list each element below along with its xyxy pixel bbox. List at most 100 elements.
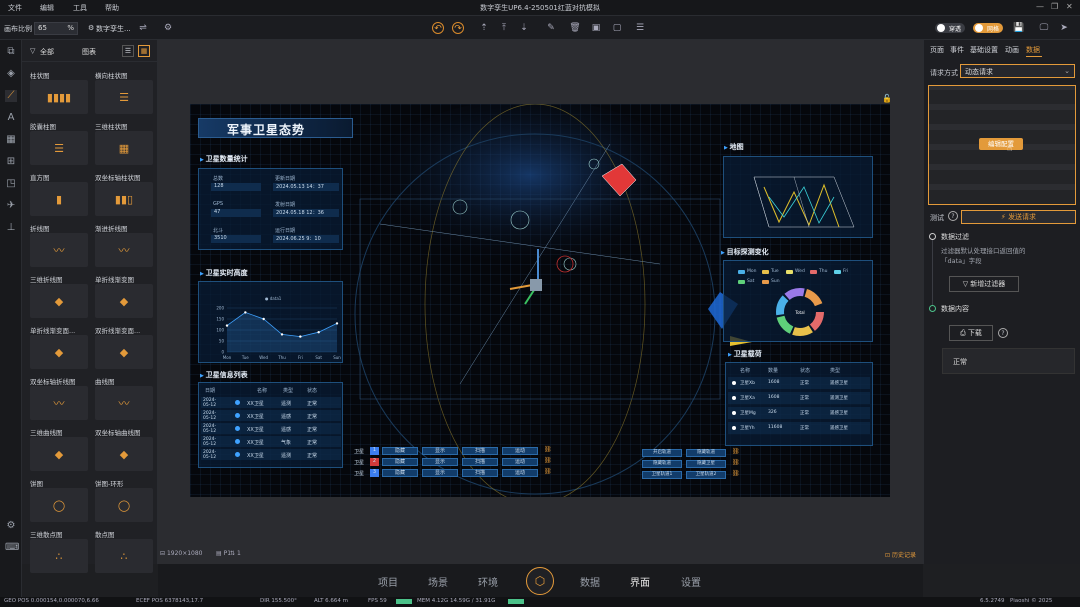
redo-icon[interactable]: ↷ (452, 22, 464, 34)
chart-card[interactable]: 双坐标轴折线图〰 (30, 376, 88, 422)
nav-environment[interactable]: 环境 (478, 574, 498, 589)
chart-card[interactable]: 三维折线图 ◆ (30, 274, 88, 320)
sat-control-button[interactable]: 隐藏 (382, 469, 418, 477)
chart-card[interactable]: 柱状图 ▮▮▮▮ (30, 70, 88, 116)
link-icon[interactable]: ⛓ (732, 459, 740, 466)
undo-icon[interactable]: ↶ (432, 22, 444, 34)
orbit-control-button[interactable]: 开启轨道 (642, 449, 682, 457)
layer-icon[interactable]: ◈ (5, 68, 17, 80)
download-icon[interactable]: ⇣ (518, 22, 530, 34)
link-icon[interactable]: ⛓ (544, 457, 552, 464)
tab-data[interactable]: 数据 (1026, 45, 1040, 55)
tab-all[interactable]: 全部 (40, 47, 54, 57)
align-top-icon[interactable]: ⤒ (498, 22, 510, 34)
sat-control-button[interactable]: 隐藏 (382, 458, 418, 466)
close-icon[interactable]: ✕ (1066, 2, 1073, 11)
filter-icon[interactable]: ▽ (30, 47, 35, 55)
orbit-control-button[interactable]: 隐藏轨道 (686, 449, 726, 457)
tab-event[interactable]: 事件 (950, 45, 964, 55)
brush-icon[interactable]: ✎ (545, 22, 557, 34)
chart-card[interactable]: 折线图〰 (30, 223, 88, 269)
chart-card[interactable]: 单折线渐变面... ◆ (30, 325, 88, 371)
sat-control-button[interactable]: 显示 (422, 447, 458, 455)
orbit-control-button[interactable]: 卫星轨道1 (642, 471, 682, 479)
minimize-icon[interactable]: — (1036, 2, 1044, 11)
lock-icon[interactable]: 🔓 (882, 94, 892, 103)
settings-icon[interactable]: ⚙ (162, 22, 174, 34)
sat-control-button[interactable]: 显示 (422, 458, 458, 466)
group-icon[interactable]: ▣ (590, 22, 602, 34)
list-view-icon[interactable]: ☰ (122, 45, 134, 57)
penetrate-toggle[interactable]: 穿透 (935, 23, 966, 33)
chart-card[interactable]: 饼图 ◯ (30, 478, 88, 524)
grid-toggle[interactable]: 网格 (973, 23, 1004, 33)
scale-input[interactable]: 65% (34, 22, 78, 35)
chart-card[interactable]: 渐进折线图〰 (95, 223, 153, 269)
link-icon[interactable]: ⛓ (544, 446, 552, 453)
sat-control-button[interactable]: 运动 (502, 447, 538, 455)
link-icon[interactable]: ⛓ (732, 448, 740, 455)
send-icon[interactable]: ➤ (1058, 22, 1070, 34)
chart-card[interactable]: 双坐标轴柱状图 ▮▮▯ (95, 172, 153, 218)
sat-control-button[interactable]: 扫描 (462, 469, 498, 477)
chart-card[interactable]: 饼图-环形 ◯ (95, 478, 153, 524)
upload-icon[interactable]: ⇡ (478, 22, 490, 34)
monitor-icon[interactable]: 🖵 (1038, 22, 1050, 34)
table-icon[interactable]: ▦ (5, 134, 17, 146)
link-icon[interactable]: ⛓ (732, 470, 740, 477)
delete-icon[interactable]: 🗑 (569, 22, 581, 34)
send-request-button[interactable]: ⚡ 发送请求 (961, 210, 1076, 224)
chart-card[interactable]: 胶囊柱图 ☰ (30, 121, 88, 167)
link-icon[interactable]: ⛓ (544, 468, 552, 475)
tab-basic-settings[interactable]: 基础设置 (970, 45, 998, 55)
sliders-icon[interactable]: ⇌ (137, 22, 149, 34)
save-icon[interactable]: 💾 (1013, 22, 1025, 34)
nav-scene[interactable]: 场景 (428, 574, 448, 589)
chart-card[interactable]: 横向柱状图 ☰ (95, 70, 153, 116)
tab-chart[interactable]: 图表 (82, 47, 96, 57)
orbit-control-button[interactable]: 隐藏卫星 (686, 460, 726, 468)
ungroup-icon[interactable]: ▢ (611, 22, 623, 34)
grid-view-icon[interactable]: ▦ (138, 45, 150, 57)
tab-animation[interactable]: 动画 (1005, 45, 1019, 55)
align-icon[interactable]: ☰ (634, 22, 646, 34)
nav-project[interactable]: 项目 (378, 574, 398, 589)
nav-settings[interactable]: 设置 (681, 574, 701, 589)
download-help-icon[interactable]: ? (998, 328, 1008, 338)
chart-card[interactable]: 三维散点图 ∴ (30, 529, 88, 575)
tab-page[interactable]: 页面 (930, 45, 944, 55)
home-icon[interactable]: ⬡ (526, 567, 554, 595)
twin-selector[interactable]: 数字孪生... (96, 24, 131, 34)
chart-card[interactable]: 单折线渐变图 ◆ (95, 274, 153, 320)
plane-icon[interactable]: ✈ (5, 200, 17, 212)
sat-control-button[interactable]: 运动 (502, 458, 538, 466)
sat-control-button[interactable]: 扫描 (462, 458, 498, 466)
add-filter-button[interactable]: ▽ 新增过滤器 (949, 276, 1019, 292)
dashboard-screen[interactable]: 军事卫星态势 卫星数量统计 总数128 更新日期2024.05.13 14：37 G… (190, 104, 890, 497)
chart-card[interactable]: 散点图 ∴ (95, 529, 153, 575)
sat-control-button[interactable]: 扫描 (462, 447, 498, 455)
chart-card[interactable]: 三维柱状图 ▦ (95, 121, 153, 167)
nav-data[interactable]: 数据 (580, 574, 600, 589)
chart-card[interactable]: 曲线图〰 (95, 376, 153, 422)
stamp-icon[interactable]: ⊥ (5, 222, 17, 234)
chart-card[interactable]: 双折线渐变面... ◆ (95, 325, 153, 371)
twin-icon[interactable]: ⚙ (88, 24, 94, 32)
restore-icon[interactable]: ❐ (1051, 2, 1058, 11)
orbit-control-button[interactable]: 卫星轨道2 (686, 471, 726, 479)
text-icon[interactable]: A (5, 112, 17, 124)
chart-card[interactable]: 三维曲线图 ◆ (30, 427, 88, 473)
help-icon[interactable]: ? (948, 211, 958, 221)
nav-ui[interactable]: 界面 (630, 574, 650, 589)
sat-control-button[interactable]: 运动 (502, 469, 538, 477)
sat-control-button[interactable]: 隐藏 (382, 447, 418, 455)
orbit-control-button[interactable]: 隐藏轨道 (642, 460, 682, 468)
chart-card[interactable]: 直方图 ▮ (30, 172, 88, 218)
chart-card[interactable]: 双坐标轴曲线图 ◆ (95, 427, 153, 473)
request-mode-select[interactable]: 动态请求 ⌄ (960, 64, 1075, 78)
media-icon[interactable]: ◳ (5, 178, 17, 190)
sat-control-button[interactable]: 显示 (422, 469, 458, 477)
download-button[interactable]: ⎙ 下载 (949, 325, 993, 341)
chart-icon[interactable]: ⟋ (5, 90, 17, 102)
tree-icon[interactable]: ⊞ (5, 156, 17, 168)
